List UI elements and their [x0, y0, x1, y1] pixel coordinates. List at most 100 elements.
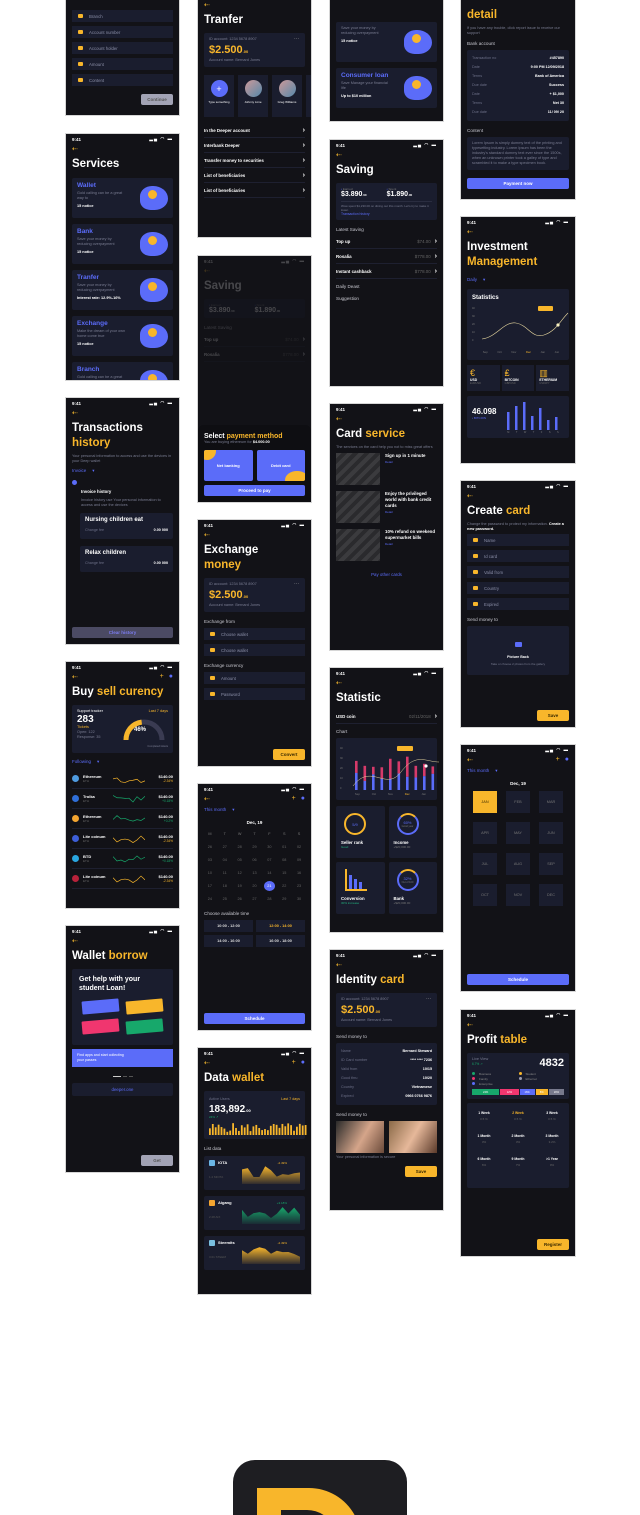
month-cell-may[interactable]: MAY [506, 822, 530, 844]
interbank-deeper-row[interactable]: Interbank Deeper › [204, 138, 305, 153]
deeper-one-link-card[interactable]: deeper.one [72, 1083, 173, 1096]
month-cell-nov[interactable]: NOV [506, 884, 530, 906]
service-card-exchange[interactable]: Exchange Make the dream of your own home … [72, 316, 173, 356]
back-arrow-icon[interactable]: ⇠ [72, 673, 78, 681]
add-icon[interactable]: + [556, 756, 560, 763]
stat-tile-seller-rank[interactable]: 5/9 Seller rank Good [336, 806, 385, 858]
coin-row-lite-coinum[interactable]: Lite coinum ETH $140.00 -2.34% [72, 829, 173, 849]
cal-cell-27[interactable]: 27 [249, 894, 261, 904]
coin-row-ethereum[interactable]: Ethereum ETH $140.00 +0.2% [72, 809, 173, 829]
cal-cell-19[interactable]: 19 [234, 881, 246, 891]
asset-steemits[interactable]: Steemits 3.01 STEEM -2.49% [204, 1236, 305, 1270]
save-button[interactable]: Save [537, 710, 569, 721]
time-cell-12-00-14-00[interactable]: 12:00 - 14:00 [256, 920, 305, 932]
asset-aigang[interactable]: Aigang 2.28 AIX +3.18% [204, 1196, 305, 1230]
bell-icon[interactable]: ● [169, 673, 173, 680]
service-card-tranfer[interactable]: Tranfer Save your money by reducing overp… [72, 270, 173, 310]
currency-tile-bitcoin[interactable]: ₤ BITCOIN GBPUSD [501, 365, 535, 391]
cal-cell-16[interactable]: 16 [293, 868, 305, 878]
cal-cell-29[interactable]: 29 [249, 842, 261, 852]
country-field[interactable]: Country [467, 582, 569, 594]
offer-detail-link[interactable]: Detail [385, 541, 437, 547]
valid-from-field[interactable]: Valid from [467, 566, 569, 578]
time-cell-14-00-16-00[interactable]: 14:00 - 16:00 [204, 935, 253, 947]
back-arrow-icon[interactable]: ⇠ [204, 1059, 210, 1067]
cal-cell-08[interactable]: 08 [278, 855, 290, 865]
cal-cell-07[interactable]: 07 [263, 855, 275, 865]
branch-field[interactable]: Branch [72, 10, 173, 22]
profit-cell-2-month[interactable]: 2 Month 3% [501, 1134, 535, 1157]
time-cell-10-00-12-00[interactable]: 10:00 - 12:00 [204, 920, 253, 932]
profit-cell-1-week[interactable]: 1 Week 0.5 % [467, 1111, 501, 1134]
offer-detail-link[interactable]: Detail [385, 459, 426, 465]
usd-coin-row[interactable]: USD coin 02/11/2018 › [336, 709, 437, 724]
cal-cell-30[interactable]: 30 [293, 894, 305, 904]
coin-row-ethereum[interactable]: Ethereum ETH $140.00 -2.34% [72, 769, 173, 789]
debit-card-option[interactable]: Debit card [256, 450, 305, 481]
daily-dropdown[interactable]: Daily ▾ [467, 277, 569, 283]
choose-wallet-field[interactable]: Choose wallet [204, 628, 305, 640]
instant-cashback-row[interactable]: Instant cashback $778.00 › [336, 264, 437, 279]
coin-row-lite-coinum[interactable]: Lite coinum ETH $140.00 -2.34% [72, 869, 173, 889]
back-arrow-icon[interactable]: ⇠ [467, 228, 473, 236]
page-dot[interactable] [122, 1076, 127, 1077]
password-field[interactable]: Password [204, 688, 305, 700]
net-banking-option[interactable]: Net banking [204, 450, 253, 481]
add-icon[interactable]: + [292, 795, 296, 802]
offer-enjoy-the-privileged-world-with-bank-credit-cards[interactable]: Enjoy the privileged world with bank cre… [336, 491, 437, 523]
cal-cell-26[interactable]: 26 [234, 894, 246, 904]
contact-johnny-lime[interactable]: Johnny Lime [238, 75, 268, 117]
cal-cell-01[interactable]: 01 [278, 842, 290, 852]
cal-cell-14[interactable]: 14 [263, 868, 275, 878]
pagination-dots[interactable] [72, 1076, 173, 1077]
currency-tile-usd[interactable]: € USD EURUSD [467, 365, 500, 391]
cal-cell-23[interactable]: 23 [293, 881, 305, 891]
this-month-dropdown[interactable]: This month ▾ [204, 807, 305, 813]
cal-cell-27[interactable]: 27 [219, 842, 231, 852]
profit-cell-2-week[interactable]: 2 Week 0.5 % [501, 1111, 535, 1134]
back-arrow-icon[interactable]: ⇠ [72, 937, 78, 945]
cal-cell-10[interactable]: 10 [204, 868, 216, 878]
month-cell-mar[interactable]: MAR [539, 791, 563, 813]
month-cell-jan[interactable]: JAN [473, 791, 497, 813]
top-up-row[interactable]: Top up $74.00 › [336, 234, 437, 249]
schedule-button[interactable]: Schedule [467, 974, 569, 985]
bell-icon[interactable]: ● [301, 795, 305, 802]
month-cell-aug[interactable]: AUG [506, 853, 530, 875]
more-icon[interactable]: ··· [294, 581, 299, 587]
time-cell-16-00-18-00[interactable]: 16:00 - 18:00 [256, 935, 305, 947]
amount-field[interactable]: Amount [72, 58, 173, 70]
contact-item[interactable] [306, 75, 311, 117]
timeline-card-nursing-children-eat[interactable]: Nursing children eat Change fee 0.00 000 [80, 513, 173, 539]
coin-row-trolka[interactable]: Trolka ETH $140.00 +0.18% [72, 789, 173, 809]
back-arrow-icon[interactable]: ⇠ [72, 409, 78, 417]
profit-cell-6-month[interactable]: 6 Month 6% [467, 1157, 501, 1180]
month-cell-sep[interactable]: SEP [539, 853, 563, 875]
account-holder-field[interactable]: Account holder [72, 42, 173, 54]
invoice-dropdown[interactable]: Invoice ▾ [72, 468, 173, 474]
bell-icon[interactable]: ● [565, 756, 569, 763]
back-arrow-icon[interactable]: ⇠ [467, 756, 473, 764]
profit-cell-1-month[interactable]: 1 Month 3% [467, 1134, 501, 1157]
cal-cell-03[interactable]: 03 [204, 855, 216, 865]
month-cell-jul[interactable]: JUL [473, 853, 497, 875]
website-link[interactable]: deeper.one [77, 1087, 168, 1092]
cal-cell-20[interactable]: 20 [249, 881, 261, 891]
back-arrow-icon[interactable]: ⇠ [467, 492, 473, 500]
cal-cell-25[interactable]: 25 [219, 894, 231, 904]
asset-iota[interactable]: IOTA 1.2 MIOTA -2.49% [204, 1156, 305, 1190]
clear-history-button[interactable]: Clear history [72, 627, 173, 638]
back-arrow-icon[interactable]: ⇠ [204, 1, 210, 9]
cal-cell-30[interactable]: 30 [263, 842, 275, 852]
name-field[interactable]: Name [467, 534, 569, 546]
pay-other-cards-link[interactable]: Pay other cards [336, 572, 437, 577]
coin-row-btd[interactable]: BTD ETH $140.00 +0.18% [72, 849, 173, 869]
account-number-field[interactable]: Account number [72, 26, 173, 38]
schedule-button[interactable]: Schedule [204, 1013, 305, 1024]
top-up-row[interactable]: Top up $74.00 › [204, 332, 305, 347]
offer-sign-up-in-1-minute[interactable]: Sign up in 1 minute Detail [336, 453, 437, 485]
in-the-deeper-account-row[interactable]: In the Deeper account › [204, 123, 305, 138]
cal-cell-22[interactable]: 22 [278, 881, 290, 891]
save-button[interactable]: Save [405, 1166, 437, 1177]
profit-cell-1-year[interactable]: >1 Year 9% [535, 1157, 569, 1180]
